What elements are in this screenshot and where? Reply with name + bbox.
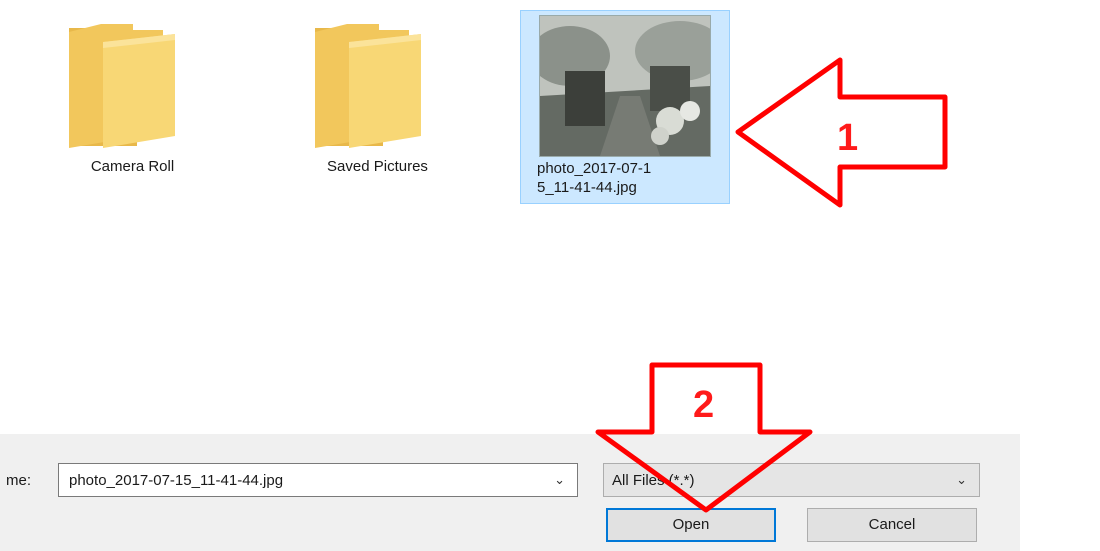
annotation-step-2: 2 — [693, 384, 714, 426]
filetype-value: All Files (*.*) — [612, 472, 695, 489]
file-photo-selected[interactable]: photo_2017-07-1 5_11-41-44.jpg — [520, 10, 730, 204]
open-button[interactable]: Open — [606, 508, 776, 542]
chevron-down-icon[interactable]: ⌄ — [956, 472, 967, 488]
folder-saved-pictures[interactable]: Saved Pictures — [285, 0, 470, 200]
filename-label: me: — [6, 472, 32, 489]
folder-label: Saved Pictures — [327, 158, 428, 175]
folder-icon — [315, 24, 421, 148]
annotation-step-1: 1 — [837, 117, 858, 159]
chevron-down-icon[interactable]: ⌄ — [554, 472, 565, 488]
folder-label: Camera Roll — [90, 158, 175, 175]
folder-camera-roll[interactable]: Camera Roll — [40, 0, 225, 200]
filetype-select[interactable]: All Files (*.*) ⌄ — [603, 463, 980, 497]
cancel-button[interactable]: Cancel — [807, 508, 977, 542]
folder-icon — [69, 24, 175, 148]
filename-input[interactable]: photo_2017-07-15_11-41-44.jpg ⌄ — [58, 463, 578, 497]
filename-value: photo_2017-07-15_11-41-44.jpg — [69, 472, 284, 489]
annotation-arrow-left: 1 — [735, 57, 948, 208]
photo-thumbnail — [539, 15, 711, 157]
file-label: photo_2017-07-1 5_11-41-44.jpg — [537, 160, 652, 196]
